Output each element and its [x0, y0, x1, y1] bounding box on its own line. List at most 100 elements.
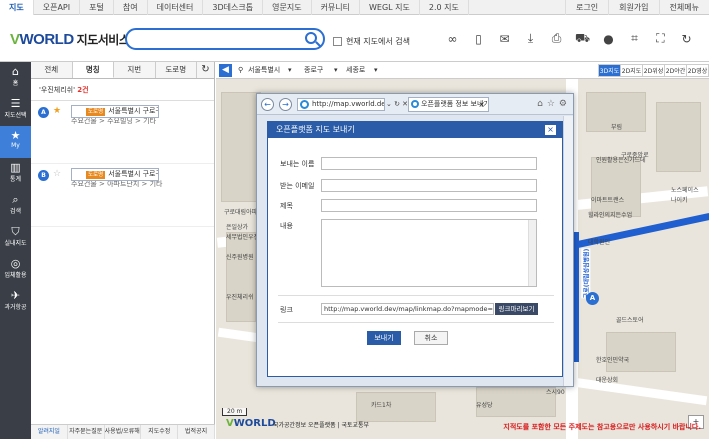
topnav-item[interactable]: WEGL 지도 — [360, 0, 420, 15]
cancel-button[interactable]: 취소 — [414, 331, 448, 345]
search-input[interactable] — [125, 28, 325, 50]
topnav-item[interactable]: 참여 — [114, 0, 148, 15]
map-label: 이마트트랜스 — [591, 197, 625, 204]
topnav-item[interactable]: 커뮤니티 — [312, 0, 361, 15]
topnav-item[interactable]: 데이터센터 — [148, 0, 204, 15]
left-sidebar: ⌂ 홈 ☰ 지도선택 ★ My ▥ 통계 ⌕ 검색 ⛉ 실내지도 ◎ 입체활용 ✈ 과거항공 — [0, 62, 31, 439]
home-icon: ⌂ — [12, 65, 19, 78]
map-warning: 지적도를 포함한 모든 주제도는 참고용으로만 사용하시기 바랍니다. — [503, 423, 701, 431]
current-map-search-checkbox[interactable]: 현재 지도에서 검색 — [333, 36, 410, 47]
list-item[interactable]: B☆우진체리쉬주요건물 > 아파트단지 > 기타지번서울 구로구 구로동 97-… — [31, 164, 214, 227]
close-icon[interactable]: × — [545, 125, 556, 135]
mail-icon[interactable]: ✉ — [496, 30, 513, 47]
car-icon[interactable]: ⛟ — [574, 30, 591, 47]
link-faq[interactable]: 자주묻는질문 — [68, 425, 105, 439]
sender-name-field[interactable] — [321, 157, 537, 170]
map-marker-a[interactable]: A — [586, 292, 599, 305]
topnav-item[interactable]: 포털 — [80, 0, 114, 15]
print-icon[interactable]: ⎙ — [548, 30, 565, 47]
view-2d[interactable]: 2D지도 — [620, 64, 643, 77]
address-bar[interactable]: http://map.vworld.dev — [297, 98, 385, 111]
settings-icon[interactable]: ⚙ — [559, 98, 567, 111]
browser-toolbar: ← → http://map.vworld.dev ⌄ ↻ ✕ 오픈플랫폼 정보… — [257, 94, 573, 115]
tab-all[interactable]: 전체 — [31, 62, 73, 78]
star-icon[interactable]: ★ — [53, 106, 61, 116]
topnav-item[interactable]: 지도 — [0, 0, 34, 15]
topnav-item[interactable]: 영문지도 — [263, 0, 312, 15]
sender-name-label: 보내는 이름 — [280, 160, 315, 168]
refresh-icon[interactable]: ↻ — [197, 62, 214, 78]
result-marker[interactable]: A — [38, 107, 49, 118]
map-label: 카드1차 — [371, 402, 392, 409]
recipient-email-label: 받는 이메일 — [280, 182, 315, 190]
vworld-logo[interactable]: VWORLD 지도서비스 — [10, 31, 130, 48]
dialog-title: 오픈플랫폼 지도 보내기 — [276, 125, 355, 134]
map-label: 은일상가 — [226, 224, 249, 231]
tab-name[interactable]: 명칭 — [72, 62, 114, 78]
textarea-scrollbar[interactable] — [528, 220, 536, 286]
topnav-right-item[interactable]: 전체메뉴 — [658, 0, 709, 15]
link-preview-button[interactable]: 링크마리보기 — [495, 303, 538, 315]
tab-jibun[interactable]: 지번 — [114, 62, 156, 78]
link-legal[interactable]: 법적공지 — [178, 425, 215, 439]
checkbox-icon[interactable] — [333, 37, 342, 46]
list-item[interactable]: A★우진체리쉬주요건물 > 주요빌딩 > 기타지번서울 구로구 구로동 97-1… — [31, 101, 214, 164]
forward-icon[interactable]: → — [279, 98, 292, 111]
station-label: 구로(대림성심병원) — [581, 248, 591, 299]
location-dong[interactable]: 세종로 — [346, 64, 365, 77]
location-province[interactable]: 서울특별시 — [248, 64, 280, 77]
fullscreen-icon[interactable]: ⛶ — [652, 30, 669, 47]
link-notice[interactable]: 알려지일 — [31, 425, 68, 439]
favorites-icon[interactable]: ☆ — [547, 98, 555, 111]
address-controls[interactable]: ⌄ ↻ ✕ — [386, 98, 408, 111]
topnav-item[interactable]: 3D데스크톱 — [203, 0, 264, 15]
sidebar-item-my[interactable]: ★ My — [0, 126, 31, 158]
distance-km-icon[interactable]: ● — [600, 30, 617, 47]
view-2d-image[interactable]: 2D영상 — [686, 64, 709, 77]
location-pin-icon: ⚲ — [238, 66, 244, 74]
link-map-edit[interactable]: 지도수정 — [141, 425, 179, 439]
link-help[interactable]: 사용법/오류해결 — [105, 425, 142, 439]
sidebar-item-map-select[interactable]: ☰ 지도선택 — [0, 94, 31, 126]
browser-tab[interactable]: 오픈플랫폼 정보 보내기 × — [408, 97, 489, 112]
content-textarea[interactable] — [321, 219, 537, 287]
home-icon[interactable]: ⌂ — [537, 98, 543, 111]
binoculars-icon[interactable]: ∞ — [444, 30, 461, 47]
back-icon[interactable]: ← — [261, 98, 274, 111]
map-label: 세무법인우진 — [226, 234, 260, 241]
my-icon: ★ — [10, 129, 21, 142]
sidebar-item-past-aerial[interactable]: ✈ 과거항공 — [0, 286, 31, 318]
link-field[interactable]: http://map.vworld.dev/map/linkmap.do?map… — [321, 303, 494, 315]
tab-road[interactable]: 도로명 — [156, 62, 197, 78]
collapse-panel-button[interactable]: ◀ — [219, 64, 232, 77]
result-marker[interactable]: B — [38, 170, 49, 181]
search-icon[interactable] — [305, 32, 317, 44]
view-2d-night[interactable]: 2D야간 — [664, 64, 687, 77]
sidebar-item-3d-use[interactable]: ◎ 입체활용 — [0, 254, 31, 286]
send-button[interactable]: 보내기 — [367, 331, 401, 345]
recipient-email-field[interactable] — [321, 179, 537, 192]
refresh-icon[interactable]: ↻ — [678, 30, 695, 47]
bookmark-icon[interactable]: ▯ — [470, 30, 487, 47]
location-district[interactable]: 종로구 — [304, 64, 323, 77]
view-2d-satellite[interactable]: 2D위성 — [642, 64, 665, 77]
map-label: 골드스토어 — [616, 317, 644, 324]
topnav-right-item[interactable]: 로그인 — [565, 0, 608, 15]
road-badge: 도로명 — [86, 171, 106, 179]
map-label: 스시90 — [546, 389, 565, 396]
topnav-item[interactable]: 2.0 지도 — [420, 0, 469, 15]
topnav-item[interactable]: 오픈API — [34, 0, 81, 15]
tab-close-icon[interactable]: × — [478, 98, 485, 111]
topnav-right-item[interactable]: 회원가입 — [608, 0, 658, 15]
browser-scrollbar[interactable] — [563, 116, 573, 386]
view-3d[interactable]: 3D지도 — [598, 64, 621, 77]
subject-field[interactable] — [321, 199, 537, 212]
sidebar-item-home[interactable]: ⌂ 홈 — [0, 62, 31, 94]
sidebar-item-label: 입체활용 — [4, 272, 27, 279]
sidebar-item-stats[interactable]: ▥ 통계 — [0, 158, 31, 190]
sidebar-item-search[interactable]: ⌕ 검색 — [0, 190, 31, 222]
area-icon[interactable]: ⌗ — [626, 30, 643, 47]
sidebar-item-indoor-map[interactable]: ⛉ 실내지도 — [0, 222, 31, 254]
star-outline-icon[interactable]: ☆ — [53, 169, 61, 179]
download-icon[interactable]: ⤓ — [522, 30, 539, 47]
